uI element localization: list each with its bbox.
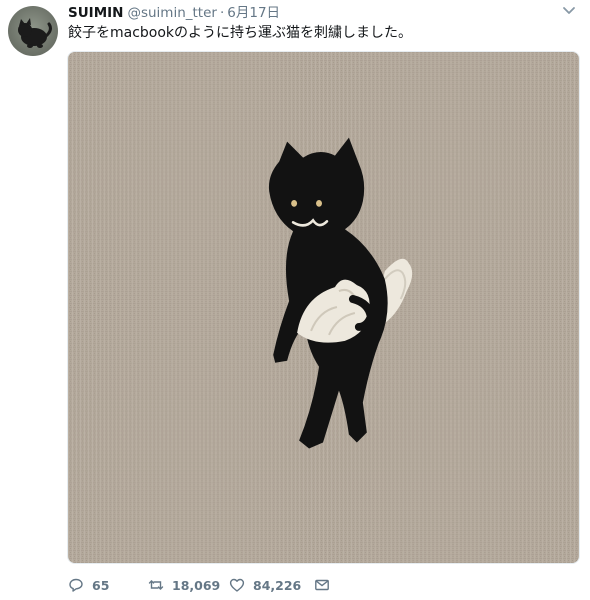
reply-button[interactable]: 65	[68, 575, 109, 595]
retweet-button[interactable]: 18,069	[148, 575, 220, 595]
like-button[interactable]: 84,226	[229, 575, 301, 595]
embroidered-cat-image	[68, 52, 579, 563]
reply-count: 65	[92, 577, 110, 593]
display-name[interactable]: SUIMIN	[68, 5, 123, 21]
separator-dot: ·	[219, 5, 225, 21]
tweet-media[interactable]	[67, 51, 580, 564]
tweet-card[interactable]: SUIMIN @suimin_tter · 6月17日 餃子をmacbookのように持…	[0, 0, 590, 600]
cat-avatar-icon	[18, 18, 52, 48]
like-count: 84,226	[253, 577, 302, 593]
direct-message-button[interactable]	[314, 575, 330, 595]
retweet-count: 18,069	[172, 577, 221, 593]
tweet-date[interactable]: 6月17日	[227, 5, 280, 21]
reply-icon	[69, 578, 83, 592]
avatar[interactable]	[8, 6, 58, 56]
heart-icon	[229, 578, 245, 592]
tweet-text: 餃子をmacbookのように持ち運ぶ猫を刺繍しました。	[68, 25, 413, 41]
tweet-header: SUIMIN @suimin_tter · 6月17日	[68, 4, 280, 22]
envelope-icon	[315, 579, 329, 591]
retweet-icon	[148, 580, 164, 590]
user-handle[interactable]: @suimin_tter	[127, 5, 217, 21]
chevron-down-icon[interactable]	[562, 6, 576, 16]
